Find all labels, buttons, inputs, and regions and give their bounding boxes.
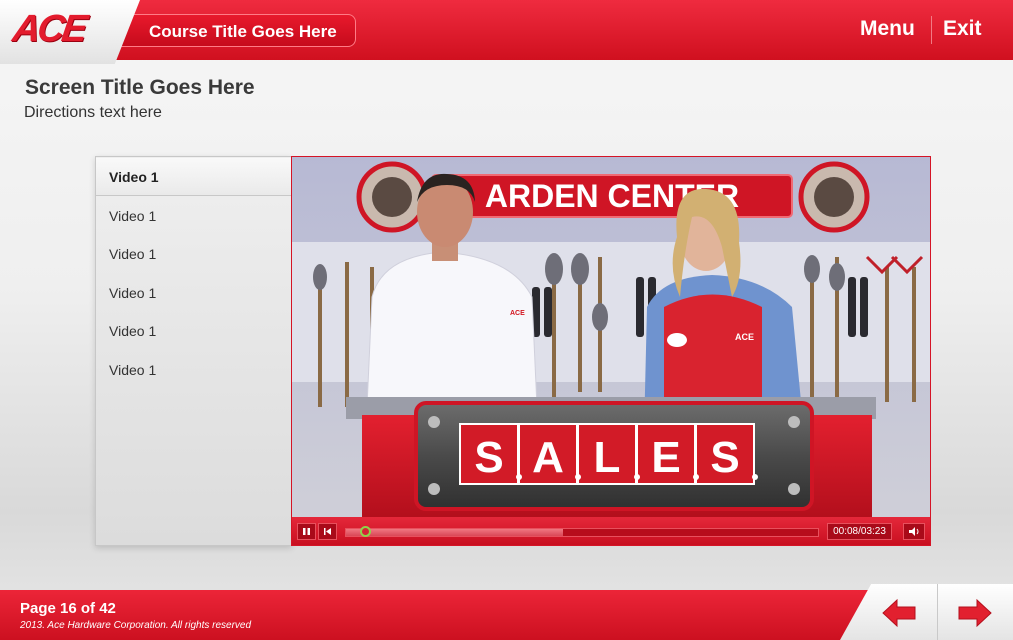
progress-scrubber[interactable] [359, 526, 371, 537]
sales-letter: S [710, 433, 739, 482]
woman-name-badge [667, 333, 687, 347]
back-arrow-icon [882, 598, 916, 628]
video-list-item[interactable]: Video 1 [96, 351, 291, 389]
progress-bar[interactable] [345, 526, 819, 537]
sign-medallion-right-center [814, 177, 854, 217]
pause-icon [303, 528, 310, 535]
header-divider [931, 16, 932, 44]
video-frame: ARDEN CENTER ACE ACE S A L E S [292, 157, 930, 517]
exit-button[interactable]: Exit [943, 17, 982, 41]
sales-letter: L [594, 433, 621, 482]
video-list-item[interactable]: Video 1 [96, 312, 291, 350]
back-button[interactable] [881, 598, 917, 628]
pause-button[interactable] [297, 523, 316, 540]
copyright-text: 2013. Ace Hardware Corporation. All righ… [20, 620, 252, 631]
man-shirt-logo: ACE [510, 310, 525, 317]
volume-button[interactable] [903, 523, 925, 540]
video-list: Video 1 Video 1 Video 1 Video 1 Video 1 … [95, 156, 292, 546]
screen-title: Screen Title Goes Here [25, 76, 255, 99]
directions-text: Directions text here [24, 104, 162, 121]
video-list-item[interactable]: Video 1 [96, 197, 291, 235]
video-player[interactable]: ARDEN CENTER ACE ACE S A L E S 00:08/03:… [291, 156, 931, 546]
time-display: 00:08/03:23 [827, 523, 892, 540]
video-list-item[interactable]: Video 1 [96, 235, 291, 273]
sales-letter: E [651, 433, 680, 482]
menu-button[interactable]: Menu [860, 17, 915, 41]
woman-vest [664, 294, 762, 415]
sign-medallion-left-center [372, 177, 412, 217]
progress-buffered [346, 529, 564, 536]
course-title: Course Title Goes Here [149, 22, 337, 41]
ace-logo: ACE [10, 8, 88, 50]
page-counter: Page 16 of 42 [20, 600, 116, 617]
video-list-item[interactable]: Video 1 [96, 274, 291, 312]
skip-back-button[interactable] [318, 523, 337, 540]
player-controls: 00:08/03:23 [292, 517, 930, 545]
next-arrow-icon [958, 598, 992, 628]
video-list-item[interactable]: Video 1 [96, 158, 291, 196]
skip-back-icon [324, 528, 331, 535]
sales-letter: A [532, 433, 564, 482]
sales-letter: S [474, 433, 503, 482]
nav-divider [937, 584, 938, 640]
next-button[interactable] [957, 598, 993, 628]
volume-icon [909, 527, 919, 536]
woman-vest-logo: ACE [735, 332, 754, 342]
course-title-pill: Course Title Goes Here [118, 14, 356, 47]
